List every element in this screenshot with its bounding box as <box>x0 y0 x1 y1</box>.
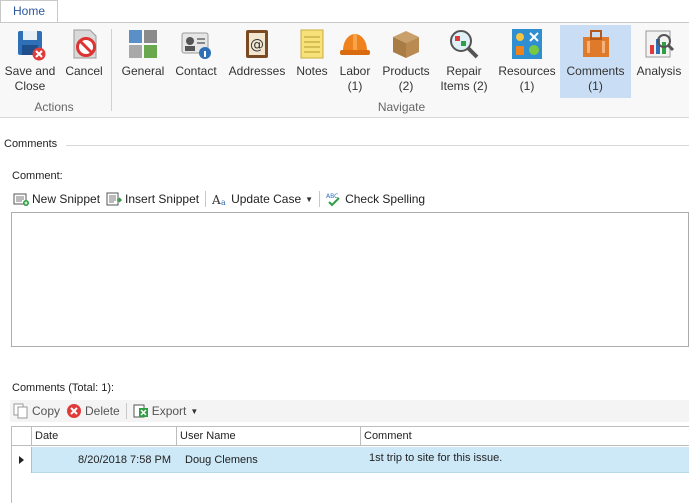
save-close-label-2: Close <box>14 79 46 93</box>
nav-addresses-button[interactable]: @ Addresses <box>226 25 288 97</box>
nav-notes-label: Notes <box>296 64 328 78</box>
nav-analysis-label: Analysis <box>636 64 682 78</box>
general-icon <box>129 30 157 58</box>
cell-user-name: Doug Clemens <box>185 454 258 466</box>
new-snippet-label: New Snippet <box>32 192 101 206</box>
nav-general-button[interactable]: General <box>118 25 168 97</box>
nav-contact-button[interactable]: Contact <box>170 25 222 97</box>
hard-hat-icon <box>340 34 370 55</box>
nav-general-label: General <box>121 64 165 78</box>
comments-icon <box>582 30 609 57</box>
save-and-close-button[interactable]: Save and Close <box>2 25 58 97</box>
nav-repair-items-label: Repair <box>446 64 482 78</box>
ribbon: Save and Close Cancel Actions General Co… <box>0 22 689 118</box>
export-label: Export <box>151 404 187 418</box>
nav-resources-count: (1) <box>519 79 535 93</box>
cancel-button[interactable]: Cancel <box>62 25 106 97</box>
nav-products-button[interactable]: Products (2) <box>378 25 434 97</box>
nav-comments-label: Comments <box>566 64 625 78</box>
copy-label: Copy <box>32 404 61 418</box>
cancel-label: Cancel <box>65 64 103 78</box>
toolbar-separator <box>125 403 127 419</box>
product-box-icon <box>393 31 419 58</box>
nav-products-label: Products <box>382 64 430 78</box>
cell-date: 8/20/2018 7:58 PM <box>78 454 171 466</box>
insert-snippet-label: Insert Snippet <box>125 192 200 206</box>
check-spelling-label: Check Spelling <box>345 192 426 206</box>
nav-products-count: (2) <box>398 79 414 93</box>
insert-snippet-icon <box>106 192 123 206</box>
new-snippet-icon <box>13 193 29 206</box>
toolbar-separator <box>319 191 321 207</box>
row-selector[interactable] <box>12 447 32 473</box>
column-header-user-name[interactable]: User Name <box>177 427 361 446</box>
comments-total-label: Comments (Total: 1): <box>12 382 115 394</box>
check-spelling-button[interactable]: ABC Check Spelling <box>323 188 428 210</box>
cell-comment: 1st trip to site for this issue. <box>369 452 503 464</box>
nav-labor-button[interactable]: Labor (1) <box>334 25 376 97</box>
comments-list-toolbar: Copy Delete Export ▼ <box>10 400 689 422</box>
svg-text:ABC: ABC <box>326 193 338 200</box>
copy-icon <box>13 403 28 419</box>
toolbar-separator <box>205 191 207 207</box>
svg-text:A: A <box>212 193 221 207</box>
export-button[interactable]: Export ▼ <box>130 400 202 422</box>
nav-notes-button[interactable]: Notes <box>292 25 332 97</box>
save-close-icon <box>18 31 46 61</box>
nav-resources-button[interactable]: Resources (1) <box>496 25 558 97</box>
column-header-comment[interactable]: Comment <box>361 427 689 446</box>
tab-home[interactable]: Home <box>0 0 58 23</box>
svg-text:@: @ <box>250 37 264 53</box>
nav-comments-button[interactable]: Comments (1) <box>560 25 631 98</box>
nav-repair-items-button[interactable]: Repair Items (2) <box>436 25 492 97</box>
group-separator <box>111 29 112 111</box>
column-header-date[interactable]: Date <box>32 427 177 446</box>
export-excel-icon <box>133 404 148 418</box>
nav-addresses-label: Addresses <box>228 64 286 78</box>
group-label-navigate: Navigate <box>377 100 426 114</box>
nav-analysis-button[interactable]: Analysis <box>633 25 685 97</box>
update-case-label: Update Case <box>231 192 302 206</box>
cancel-icon <box>73 29 97 59</box>
comment-textarea[interactable] <box>11 212 689 347</box>
dropdown-caret-icon: ▼ <box>190 406 199 416</box>
nav-labor-label: Labor <box>339 64 371 78</box>
svg-text:a: a <box>221 198 226 207</box>
grid-header: Date User Name Comment <box>12 427 689 446</box>
nav-comments-count: (1) <box>588 79 603 93</box>
nav-resources-label: Resources <box>498 64 556 78</box>
resources-icon <box>512 29 542 59</box>
update-case-button[interactable]: A a Update Case ▼ <box>209 188 316 210</box>
grid-header-selector <box>12 427 32 446</box>
text-case-icon: A a <box>212 193 226 207</box>
comment-label: Comment: <box>12 170 63 182</box>
comment-toolbar: New Snippet Insert Snippet A a Update Ca… <box>10 188 428 210</box>
copy-button[interactable]: Copy <box>10 400 63 422</box>
comments-grid: Date User Name Comment 8/20/2018 7:58 PM… <box>11 426 689 503</box>
nav-labor-count: (1) <box>347 79 363 93</box>
nav-repair-items-count: Items (2) <box>440 79 488 93</box>
dropdown-caret-icon: ▼ <box>305 194 314 204</box>
delete-icon <box>67 404 82 418</box>
ribbon-tab-bar: Home <box>0 0 689 23</box>
delete-label: Delete <box>85 404 120 418</box>
repair-magnifier-icon <box>450 30 479 59</box>
table-row[interactable]: 8/20/2018 7:58 PM Doug Clemens 1st trip … <box>12 447 689 473</box>
group-label-actions: Actions <box>34 100 74 114</box>
notes-icon <box>300 29 324 59</box>
current-row-arrow-icon <box>19 456 24 464</box>
contact-card-icon <box>181 32 211 59</box>
new-snippet-button[interactable]: New Snippet <box>10 188 103 210</box>
spell-check-icon: ABC <box>326 193 340 207</box>
insert-snippet-button[interactable]: Insert Snippet <box>103 188 202 210</box>
section-divider <box>66 145 689 146</box>
nav-contact-label: Contact <box>175 64 217 78</box>
save-close-label-1: Save and <box>4 64 56 78</box>
section-title: Comments <box>4 138 58 150</box>
delete-button[interactable]: Delete <box>63 400 123 422</box>
address-book-icon: @ <box>246 30 268 58</box>
analysis-icon <box>645 30 675 58</box>
